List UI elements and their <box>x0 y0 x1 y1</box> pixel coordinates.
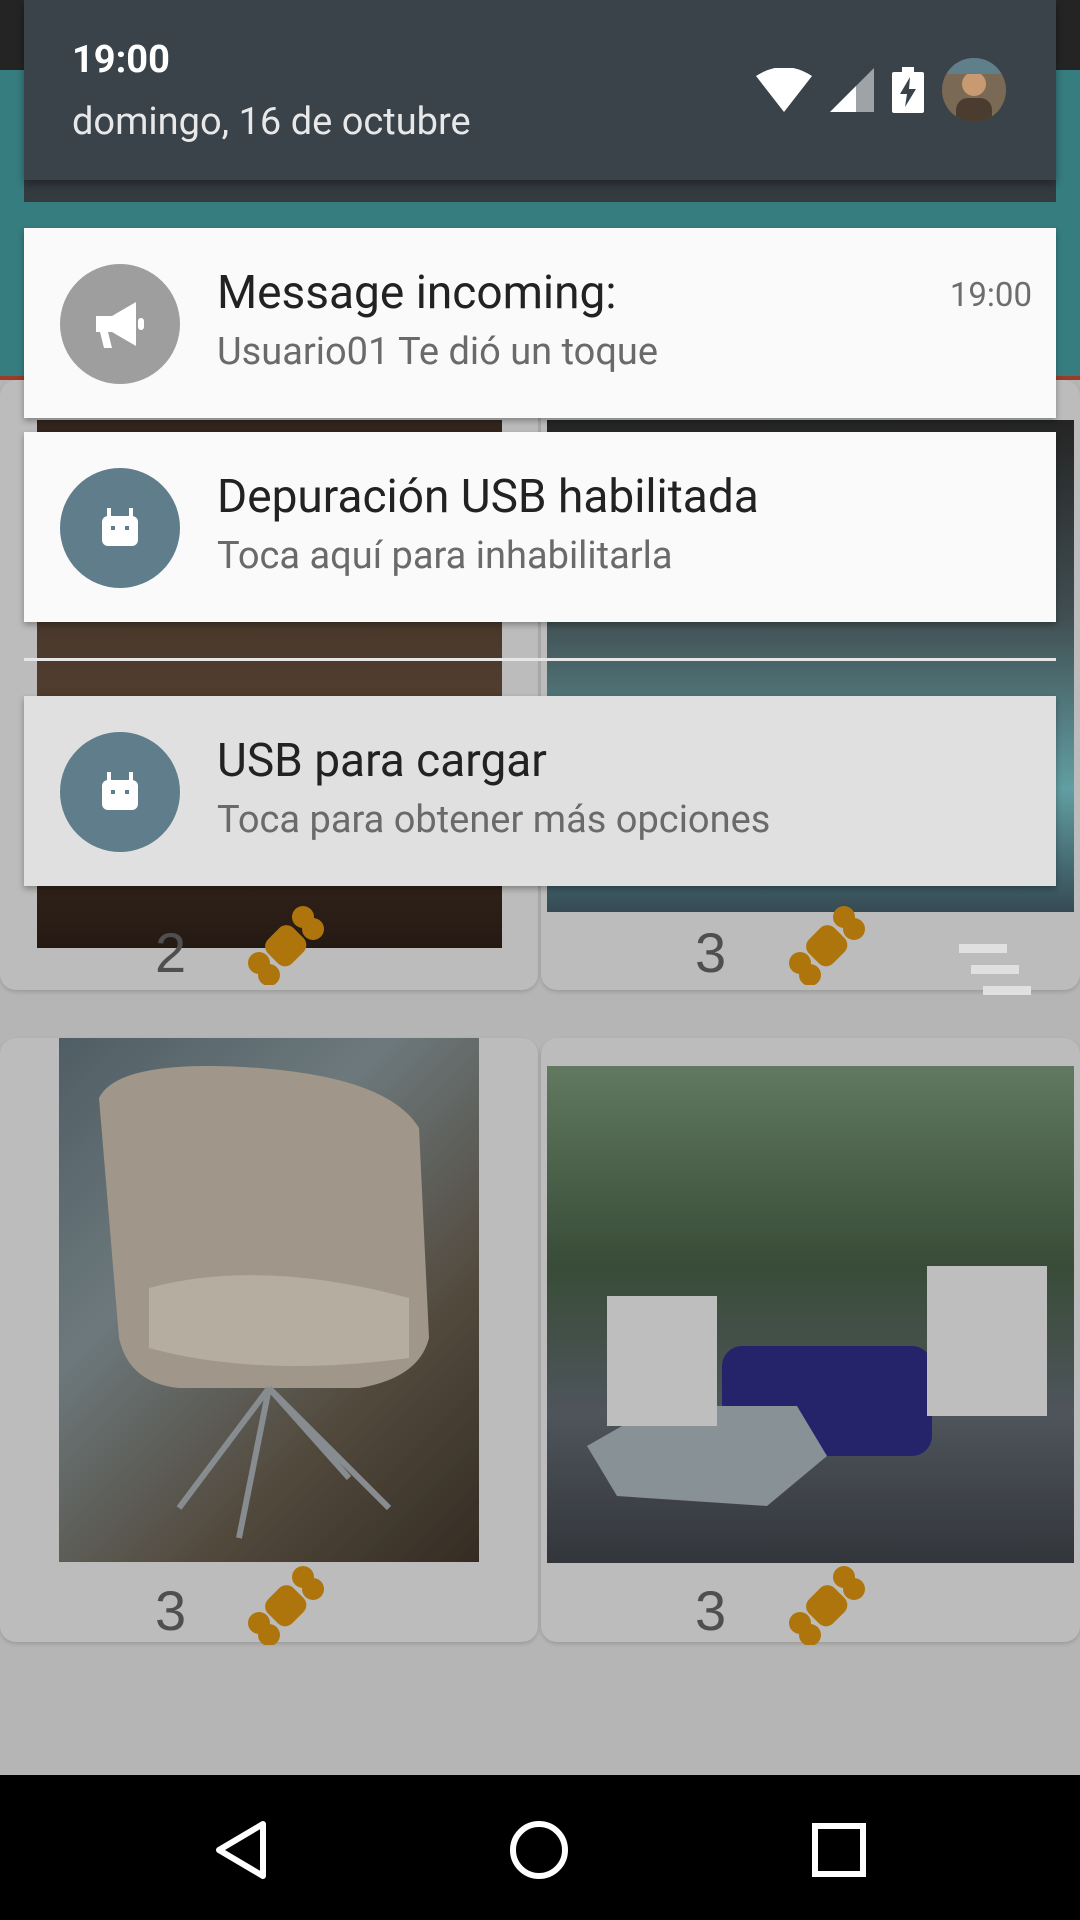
notification-text: Toca aquí para inhabilitarla <box>217 534 673 578</box>
back-button[interactable] <box>196 1805 286 1895</box>
notification-usb-debugging[interactable]: Depuración USB habilitada Toca aquí para… <box>24 432 1056 622</box>
user-avatar[interactable] <box>942 58 1006 122</box>
notification-text: Usuario01 Te dió un toque <box>217 330 659 374</box>
notification-usb-charging[interactable]: USB para cargar Toca para obtener más op… <box>24 696 1056 886</box>
notification-icon-bg <box>60 264 180 384</box>
clock-time: 19:00 <box>72 38 170 82</box>
notification-icon-bg <box>60 732 180 852</box>
megaphone-icon <box>96 302 144 348</box>
recents-square-icon <box>812 1823 866 1877</box>
wifi-icon <box>756 68 812 112</box>
shade-header[interactable]: 19:00 domingo, 16 de octubre <box>24 0 1056 180</box>
notification-icon-bg <box>60 468 180 588</box>
notification-time: 19:00 <box>949 276 1032 315</box>
battery-charging-icon <box>892 67 924 113</box>
date-label[interactable]: domingo, 16 de octubre <box>72 100 471 144</box>
notification-text: Toca para obtener más opciones <box>217 798 771 842</box>
notification-title: USB para cargar <box>217 734 547 788</box>
android-icon <box>102 772 138 810</box>
home-circle-icon <box>510 1821 568 1879</box>
notification-divider <box>24 658 1056 661</box>
notification-message[interactable]: Message incoming: Usuario01 Te dió un to… <box>24 228 1056 418</box>
shade-header-edge <box>24 180 1056 202</box>
cell-signal-icon <box>830 68 874 112</box>
recents-button[interactable] <box>794 1805 884 1895</box>
back-triangle-icon <box>216 1821 266 1879</box>
home-button[interactable] <box>494 1805 584 1895</box>
status-icons <box>756 55 1006 125</box>
android-icon <box>102 508 138 546</box>
navigation-bar <box>0 1775 1080 1920</box>
notification-title: Message incoming: <box>217 266 617 320</box>
notification-title: Depuración USB habilitada <box>217 470 759 524</box>
